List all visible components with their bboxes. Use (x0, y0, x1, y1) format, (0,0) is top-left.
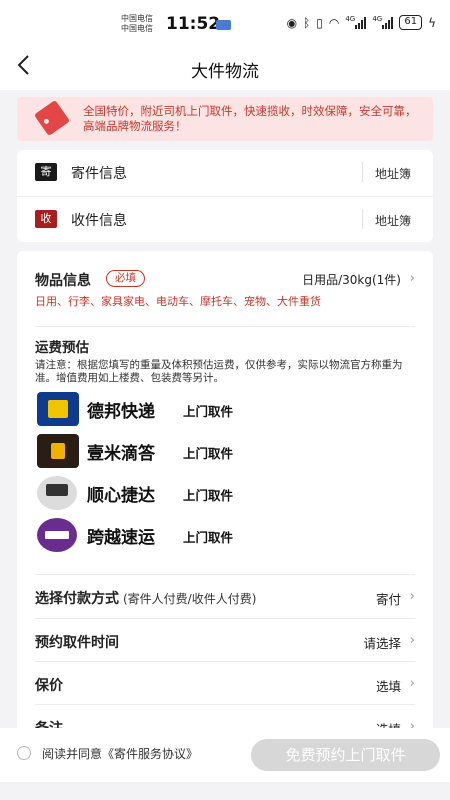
kuayue-logo-icon (37, 518, 77, 552)
sender-address-book-button[interactable]: 地址簿 (375, 165, 411, 182)
bottom-action-bar: 阅读并同意《寄件服务协议》 免费预约上门取件 (0, 728, 450, 782)
sender-row[interactable]: 寄 寄件信息 地址簿 (17, 150, 433, 194)
vibrate-icon: ▯ (316, 15, 323, 30)
carrier-name: 壹米滴答 (87, 444, 155, 464)
pickup-tag: 上门取件 (183, 488, 234, 503)
payment-method-label: 选择付款方式 (寄件人付费/收件人付费) (35, 588, 256, 608)
chevron-right-icon: › (409, 271, 415, 286)
chevron-right-icon: › (409, 633, 415, 648)
pickup-tag: 上门取件 (183, 530, 234, 545)
carrier-item[interactable]: 跨越速运 上门取件 (37, 518, 417, 554)
shunxin-logo-icon (37, 476, 77, 510)
chevron-right-icon: › (409, 676, 415, 691)
pickup-time-label: 预约取件时间 (35, 635, 119, 651)
receiver-address-book-button[interactable]: 地址簿 (375, 212, 411, 229)
wifi-icon: ◠ (328, 15, 340, 30)
debang-logo-icon (37, 392, 79, 426)
agreement-text[interactable]: 阅读并同意《寄件服务协议》 (42, 745, 198, 762)
eye-icon: ◉ (286, 15, 298, 30)
carrier-names: 中国电信 中国电信 (121, 14, 153, 34)
insurance-row[interactable]: 保价 选填 › (17, 662, 433, 705)
promo-banner: 全国特价，附近司机上门取件，快速揽收，时效保障，安全可靠，高端品牌物流服务！ (17, 97, 433, 141)
address-card: 寄 寄件信息 地址簿 收 收件信息 地址簿 (17, 150, 433, 242)
pickup-time-row[interactable]: 预约取件时间 请选择 › (17, 619, 433, 662)
clock: 11:52 (166, 14, 221, 34)
nav-bar: 大件物流 (0, 44, 450, 90)
status-icons: ◉ ᛒ ▯ ◠ 4G 4G 61 ϟ (287, 15, 436, 30)
pickup-time-value: 请选择 (363, 636, 401, 651)
pickup-tag: 上门取件 (183, 404, 234, 419)
item-info-value[interactable]: 日用品/30kg(1件) (302, 271, 401, 288)
carrier-item[interactable]: 壹米滴答 上门取件 (37, 434, 417, 470)
agree-checkbox[interactable] (17, 746, 31, 760)
insurance-value: 选填 (375, 679, 401, 694)
item-categories: 日用、行李、家具家电、电动车、摩托车、宠物、大件重货 (35, 295, 321, 308)
pickup-tag: 上门取件 (183, 446, 234, 461)
battery-icon: 61 (399, 15, 423, 30)
insurance-label: 保价 (35, 678, 63, 694)
divider (362, 209, 363, 229)
order-details-card: 物品信息 必填 日用品/30kg(1件) › 日用、行李、家具家电、电动车、摩托… (17, 251, 433, 751)
price-tag-icon (33, 99, 71, 137)
status-bar: 中国电信 中国电信 11:52 ◉ ᛒ ▯ ◠ 4G 4G 61 ϟ (0, 0, 450, 44)
yimi-logo-icon (37, 434, 79, 468)
receiver-row[interactable]: 收 收件信息 地址簿 (17, 196, 433, 240)
cell-signal-icon-2: 4G (372, 14, 394, 29)
divider (362, 162, 363, 182)
carrier-name: 德邦快递 (87, 402, 155, 422)
page-title: 大件物流 (191, 62, 259, 82)
chevron-right-icon: › (409, 589, 415, 604)
payment-method-row[interactable]: 选择付款方式 (寄件人付费/收件人付费) 寄付 › (17, 575, 433, 618)
payment-method-sub: (寄件人付费/收件人付费) (123, 592, 257, 606)
cell-signal-icon: 4G (345, 14, 367, 29)
bluetooth-icon: ᛒ (303, 15, 311, 30)
carrier-item[interactable]: 德邦快递 上门取件 (37, 392, 417, 428)
payment-method-title: 选择付款方式 (35, 591, 119, 607)
receiver-tag: 收 (35, 210, 57, 228)
required-badge: 必填 (106, 270, 145, 287)
payment-method-value: 寄付 (375, 592, 401, 607)
net-label-2: 4G (372, 14, 383, 23)
charging-icon: ϟ (428, 15, 436, 30)
fee-estimate-title: 运费预估 (35, 340, 89, 356)
fee-estimate-note: 请注意：根据您填写的重量及体积预估运费，仅供参考，实际以物流官方称重为准。增值费… (35, 359, 403, 384)
carrier-name: 顺心捷达 (87, 486, 155, 506)
carrier-name: 跨越速运 (87, 528, 155, 548)
carrier-item[interactable]: 顺心捷达 上门取件 (37, 476, 417, 512)
carrier-2: 中国电信 (121, 24, 153, 33)
carrier-1: 中国电信 (121, 14, 153, 23)
submit-pickup-button[interactable]: 免费预约上门取件 (251, 739, 440, 771)
net-label-1: 4G (345, 14, 356, 23)
hd-badge-icon (216, 20, 231, 30)
banner-text: 全国特价，附近司机上门取件，快速揽收，时效保障，安全可靠，高端品牌物流服务！ (83, 104, 417, 133)
item-info-label: 物品信息 (35, 273, 91, 289)
divider (35, 326, 415, 327)
sender-tag: 寄 (35, 163, 57, 181)
receiver-label: 收件信息 (71, 213, 127, 229)
sender-label: 寄件信息 (71, 166, 127, 182)
